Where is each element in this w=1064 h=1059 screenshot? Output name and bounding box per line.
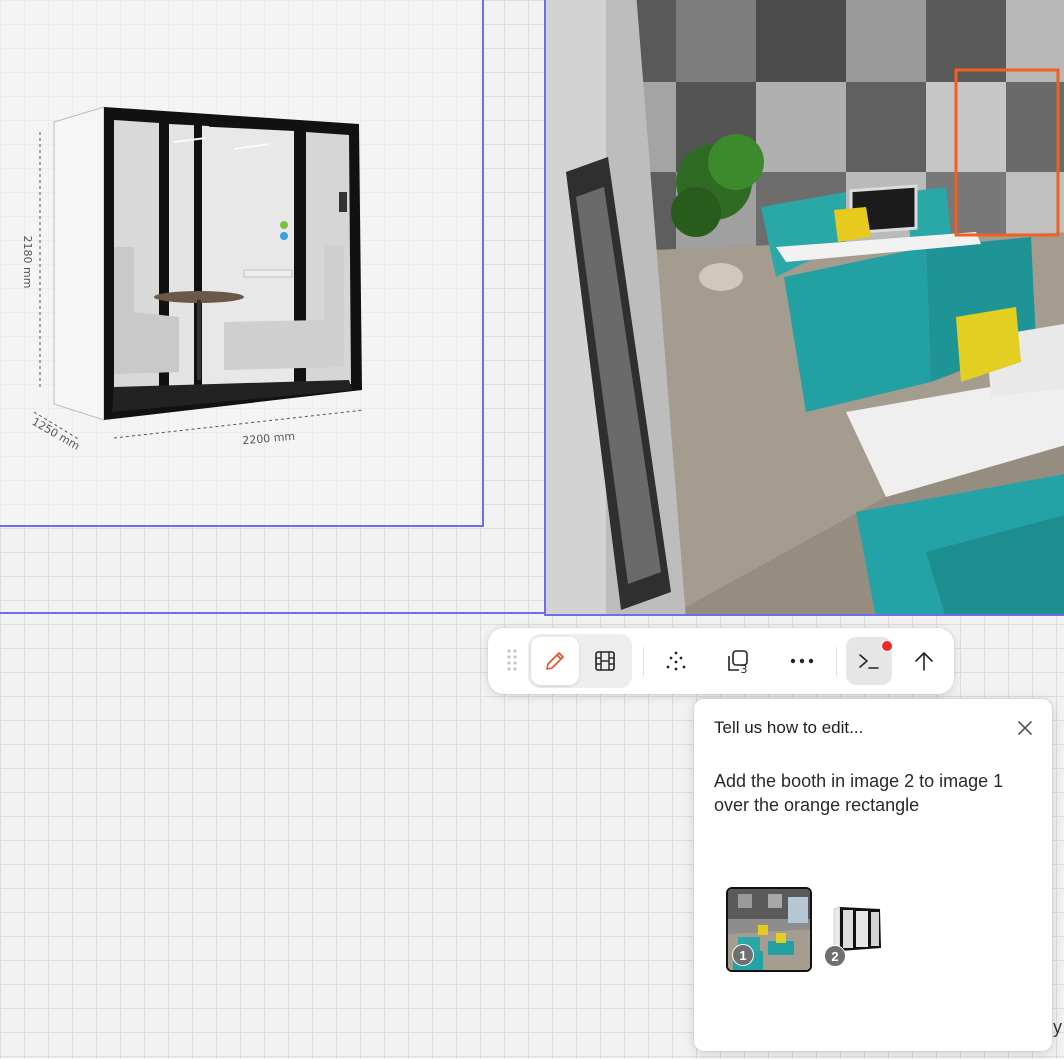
height-dimension-label: 2180 mm — [21, 236, 34, 289]
film-strip-icon — [595, 651, 615, 671]
video-button[interactable] — [581, 637, 629, 685]
attachment-badge: 2 — [824, 945, 846, 967]
office-image-card[interactable] — [544, 0, 1064, 616]
grip-dots-icon[interactable] — [506, 648, 518, 674]
prompt-panel: Tell us how to edit... Add the booth in … — [694, 699, 1052, 1051]
terminal-prompt-icon — [859, 654, 879, 669]
depth-dimension-label: 1250 mm — [30, 415, 82, 453]
close-button[interactable] — [1012, 717, 1038, 739]
office-photo — [546, 0, 1064, 614]
upload-button[interactable] — [900, 637, 948, 685]
editing-toolbar: 3 — [488, 628, 954, 694]
toolbar-separator — [836, 647, 837, 677]
notification-dot — [881, 640, 893, 652]
selection-frame-edge — [0, 612, 548, 614]
toolbar-separator — [643, 647, 644, 677]
panel-title: Tell us how to edit... — [714, 718, 864, 737]
batch-count: 3 — [741, 663, 748, 674]
edge-text: y — [1053, 1017, 1062, 1037]
attachment-badge: 1 — [732, 944, 754, 966]
image-stack-3-icon: 3 — [728, 650, 748, 674]
pencil-icon — [546, 652, 564, 670]
booth-product-image: 2180 mm 1250 mm 2200 mm — [21, 106, 365, 453]
ellipsis-icon — [790, 658, 814, 664]
prompt-input[interactable]: Add the booth in image 2 to image 1 over… — [714, 769, 1040, 817]
batch-button[interactable]: 3 — [714, 637, 762, 685]
more-button[interactable] — [778, 637, 826, 685]
close-icon — [1018, 721, 1032, 735]
scatter-dots-icon — [666, 651, 686, 671]
edit-button[interactable] — [531, 637, 579, 685]
arrow-up-icon — [915, 652, 933, 671]
width-dimension-label: 2200 mm — [242, 430, 296, 448]
booth-image-card[interactable]: 2180 mm 1250 mm 2200 mm — [0, 0, 484, 527]
scatter-button[interactable] — [652, 637, 700, 685]
